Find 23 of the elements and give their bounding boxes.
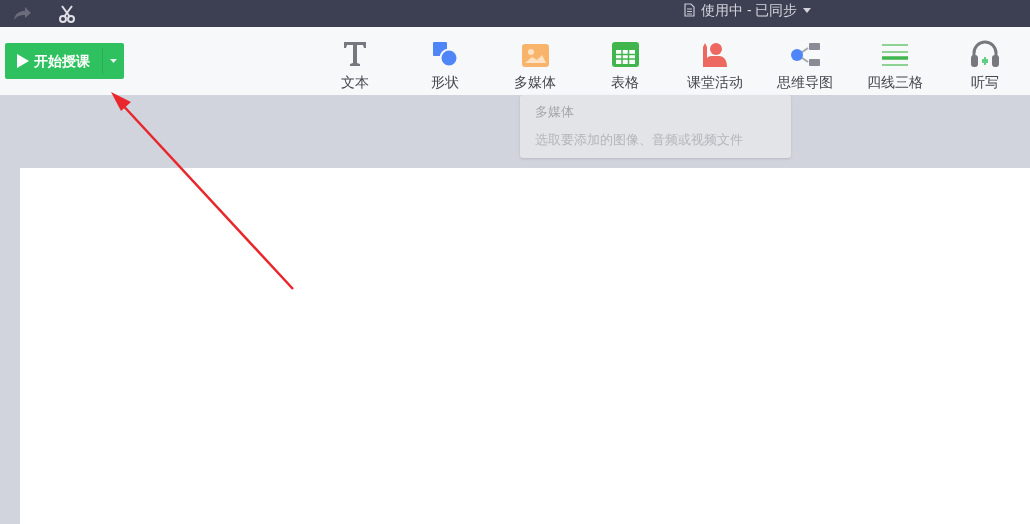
start-label: 开始授课 (34, 51, 90, 71)
play-icon (17, 54, 29, 68)
tooltip-title: 多媒体 (535, 103, 575, 121)
mind-map-icon (790, 43, 820, 67)
text-icon (343, 41, 367, 67)
table-icon (611, 42, 639, 67)
toolbar-button[interactable]: 课堂活动 (670, 27, 760, 95)
shapes-icon (432, 41, 458, 67)
toolbar-button[interactable]: 四线三格 (850, 27, 940, 95)
person-icon (702, 42, 728, 67)
toolbar-button[interactable]: 多媒体 (490, 27, 580, 95)
toolbar-button[interactable]: 文本 (310, 27, 400, 95)
caret-icon[interactable] (803, 7, 812, 13)
toolbar-button[interactable]: 表格 (580, 27, 670, 95)
scissors-icon[interactable] (58, 4, 76, 23)
headphones-icon (970, 39, 1000, 67)
lines-icon (882, 43, 908, 67)
toolbar-button[interactable]: 听写 (940, 27, 1030, 95)
document-icon (684, 3, 695, 17)
toolbar-button[interactable]: 思维导图 (760, 27, 850, 95)
toolbar-button[interactable]: 形状 (400, 27, 490, 95)
image-icon (521, 44, 549, 67)
sync-status[interactable]: 使用中 - 已同步 (701, 0, 798, 21)
